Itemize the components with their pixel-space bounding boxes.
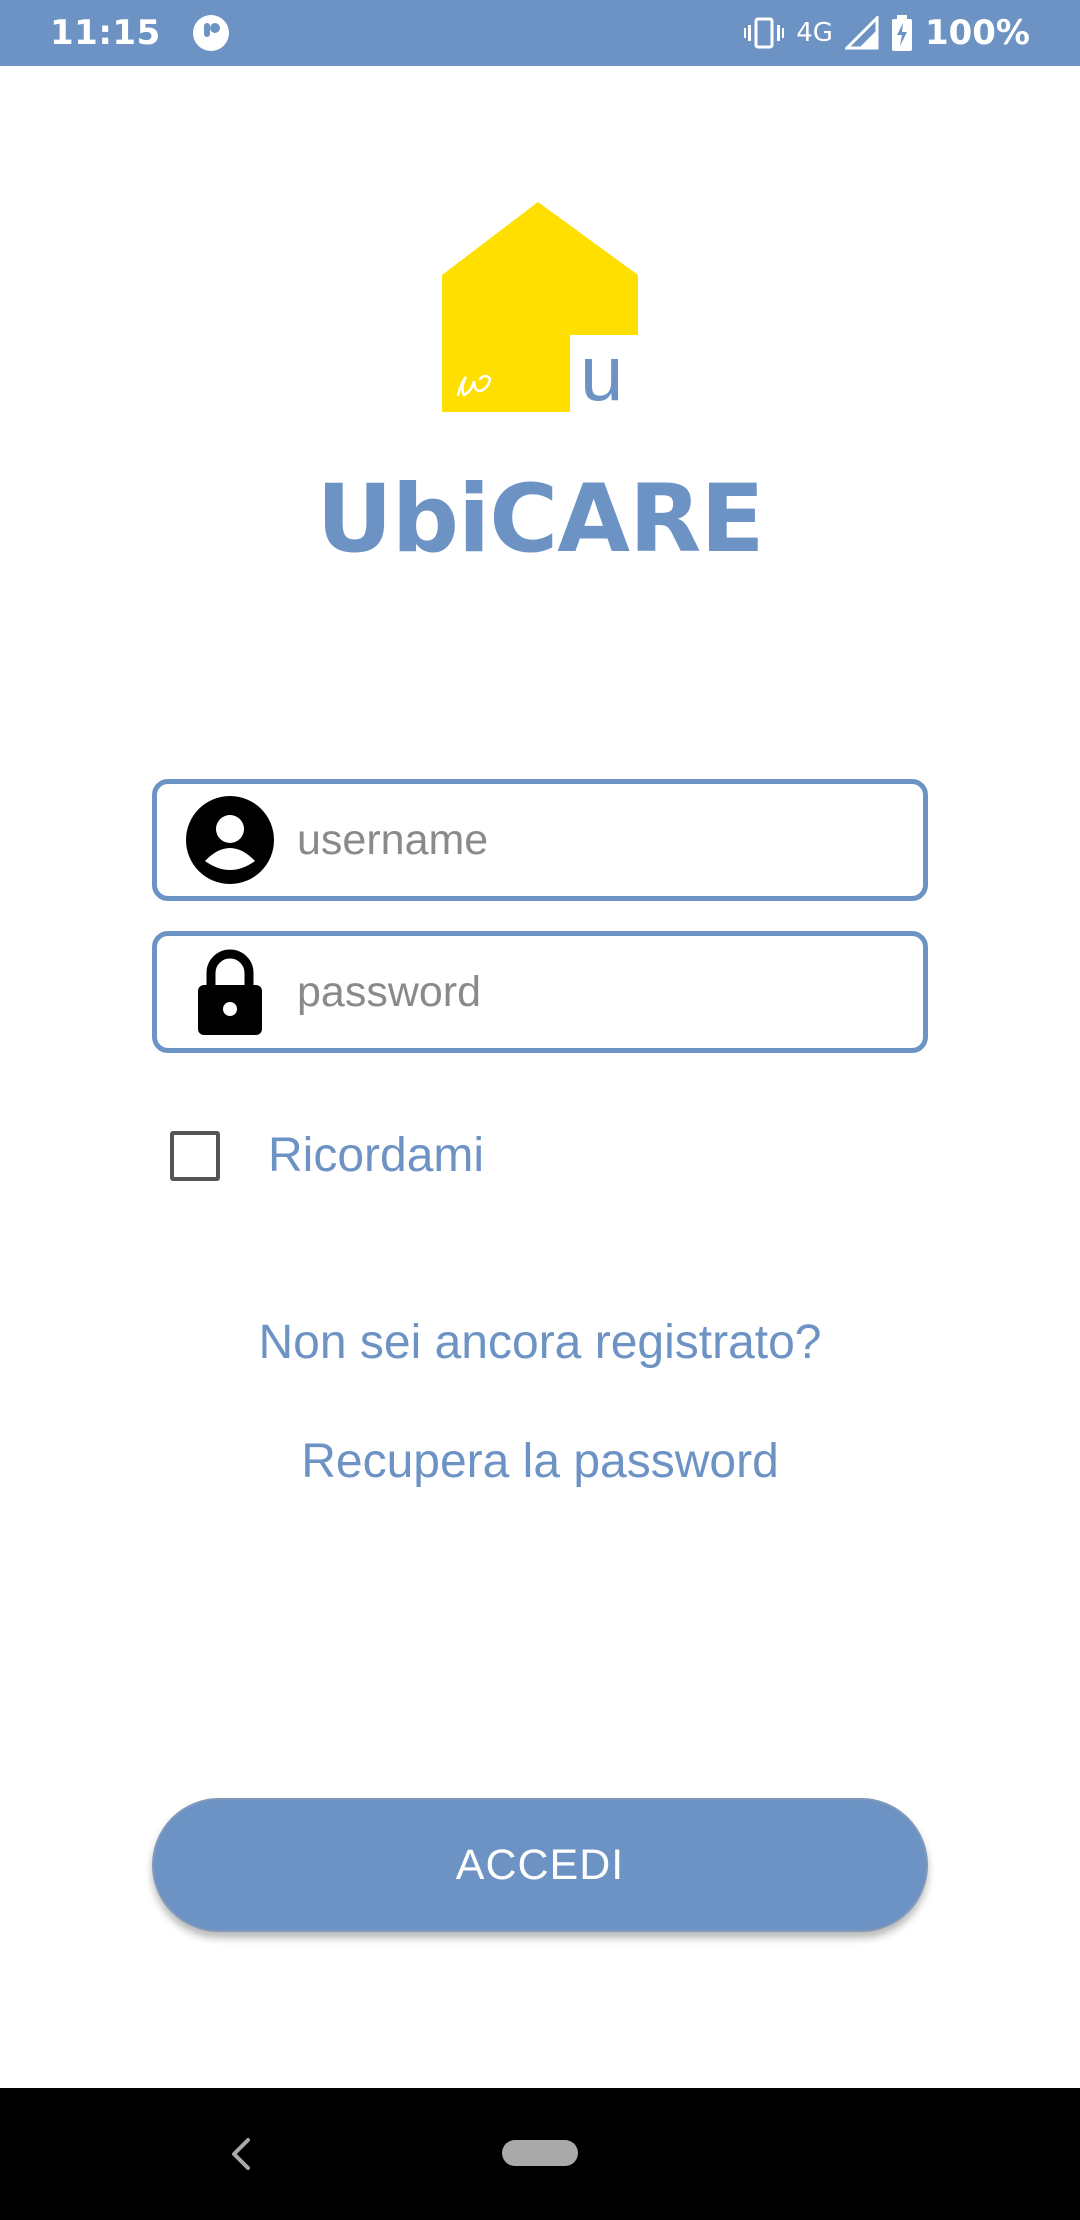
user-account-icon: [183, 793, 277, 887]
network-type: 4G: [796, 18, 833, 48]
status-bar: 11:15 4G 100%: [0, 0, 1080, 66]
back-icon[interactable]: [222, 2130, 258, 2178]
battery-level: 100%: [924, 13, 1030, 53]
username-field[interactable]: [152, 779, 928, 901]
recover-password-link[interactable]: Recupera la password: [0, 1434, 1080, 1489]
signal-icon: [844, 16, 879, 50]
login-button[interactable]: ACCEDI: [152, 1798, 928, 1932]
app-notification-icon: [192, 15, 229, 51]
navigation-bar: [0, 2088, 1080, 2220]
vibrate-icon: [744, 17, 785, 49]
login-screen: 11:15 4G 100% u UbiCARE username Ricorda…: [0, 0, 1080, 2220]
password-field[interactable]: [152, 931, 928, 1053]
remember-me-checkbox[interactable]: [170, 1130, 220, 1181]
status-right: 4G 100%: [732, 13, 1030, 53]
logo-letter: u: [580, 329, 623, 415]
remember-me-row[interactable]: Ricordami: [170, 1128, 484, 1183]
battery-charging-icon: [891, 15, 912, 51]
register-link[interactable]: Non sei ancora registrato?: [0, 1315, 1080, 1370]
app-logo: u: [442, 202, 638, 415]
lock-icon: [183, 945, 277, 1039]
home-pill-icon[interactable]: [502, 2140, 578, 2166]
remember-me-label[interactable]: Ricordami: [268, 1128, 484, 1183]
username-input[interactable]: [297, 815, 897, 865]
password-input[interactable]: [297, 967, 897, 1017]
app-title: UbiCARE: [316, 465, 764, 574]
status-time: 11:15: [50, 13, 161, 53]
status-left: 11:15: [50, 13, 231, 53]
